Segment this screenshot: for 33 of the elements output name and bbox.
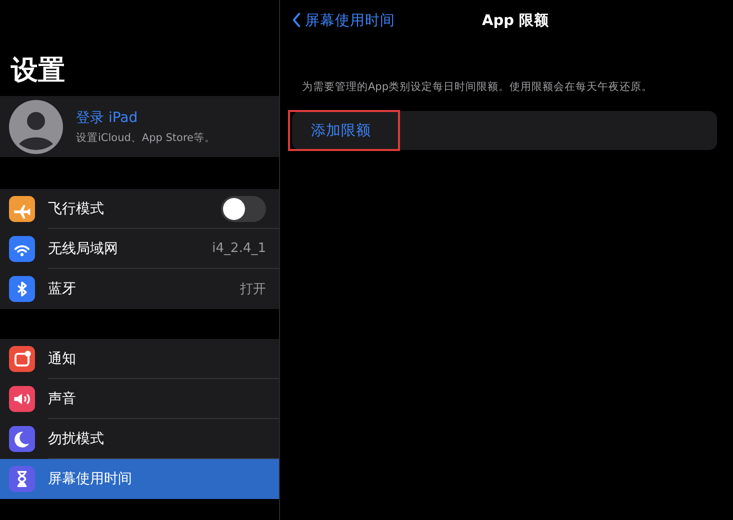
description-text: 为需要管理的App类别设定每日时间限额。使用限额会在每天午夜还原。 — [302, 80, 654, 94]
bluetooth-icon — [9, 276, 35, 302]
item-label: 屏幕使用时间 — [48, 470, 132, 488]
item-label: 无线局域网 — [48, 240, 118, 258]
settings-item[interactable]: 无线局域网 i4_2.4_1 — [0, 229, 279, 269]
hourglass-icon — [9, 466, 35, 492]
speaker-icon — [9, 386, 35, 412]
toggle-switch[interactable] — [221, 196, 266, 222]
avatar-icon — [9, 100, 63, 154]
back-button[interactable]: 屏幕使用时间 — [292, 10, 482, 30]
item-value: 打开 — [240, 281, 266, 298]
item-label: 声音 — [48, 390, 76, 408]
settings-item[interactable]: 通知 — [0, 339, 279, 379]
settings-item[interactable]: 飞行模式 — [0, 189, 279, 229]
notification-icon — [9, 346, 35, 372]
add-limit-button[interactable]: 添加限额 — [292, 111, 371, 150]
item-label: 勿扰模式 — [48, 430, 104, 448]
item-label: 通知 — [48, 350, 76, 368]
nav-title: App 限额 — [482, 12, 550, 30]
airplane-icon — [9, 196, 35, 222]
item-label: 蓝牙 — [48, 280, 76, 298]
profile-subtitle: 设置iCloud、App Store等。 — [76, 130, 216, 144]
settings-item[interactable]: 屏幕使用时间 — [0, 459, 279, 499]
item-label: 飞行模式 — [48, 200, 104, 218]
profile-row[interactable]: 登录 iPad 设置iCloud、App Store等。 — [0, 96, 279, 157]
wifi-icon — [9, 236, 35, 262]
page-title: 设置 — [10, 54, 66, 88]
chevron-left-icon — [292, 12, 301, 28]
sign-in-label: 登录 iPad — [76, 108, 139, 126]
moon-icon — [9, 426, 35, 452]
settings-item[interactable]: 声音 — [0, 379, 279, 419]
item-value: i4_2.4_1 — [212, 241, 266, 256]
settings-item[interactable]: 蓝牙 打开 — [0, 269, 279, 309]
